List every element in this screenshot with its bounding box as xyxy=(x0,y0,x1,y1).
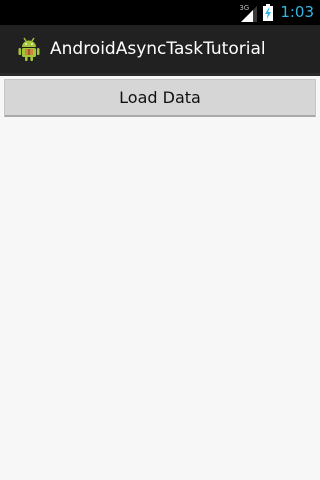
status-bar: 3G 1:03 xyxy=(0,0,320,25)
android-icon[interactable] xyxy=(16,36,42,62)
signal-bars-icon xyxy=(241,5,258,22)
signal-indicator: 3G xyxy=(239,4,258,22)
action-bar: AndroidAsyncTaskTutorial xyxy=(0,25,320,73)
battery-charging-icon xyxy=(263,4,274,21)
app-title: AndroidAsyncTaskTutorial xyxy=(50,39,266,59)
load-data-button[interactable]: Load Data xyxy=(4,79,316,117)
app-screen: 3G 1:03 AndroidAsyncTaskTutorial Load Da… xyxy=(0,0,320,480)
status-clock: 1:03 xyxy=(280,3,314,21)
status-icons: 3G 1:03 xyxy=(239,0,314,25)
main-content: Load Data xyxy=(0,76,320,480)
